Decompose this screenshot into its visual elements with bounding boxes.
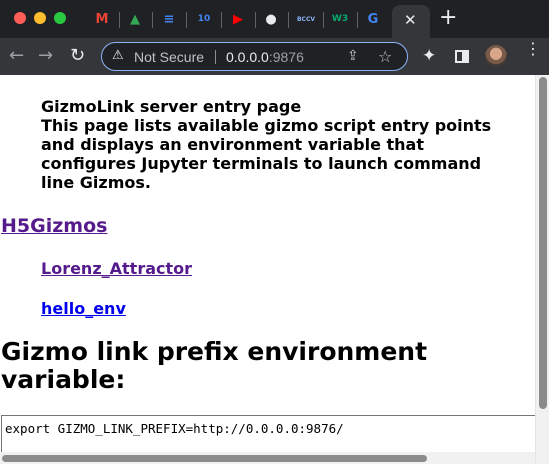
url-host: 0.0.0.0 <box>226 49 269 65</box>
tab-active[interactable]: ✕ <box>392 5 430 38</box>
google-calendar-icon[interactable]: 10 <box>195 10 213 28</box>
google-drive-icon-glyph: ▲ <box>130 11 140 27</box>
tab-separator <box>288 12 289 28</box>
intro-block: GizmoLink server entry page This page li… <box>41 97 511 192</box>
side-panel-icon[interactable] <box>455 50 469 63</box>
minimize-window-button[interactable] <box>34 12 46 24</box>
github-icon[interactable]: ● <box>262 10 280 28</box>
intro-body: This page lists available gizmo script e… <box>41 116 492 192</box>
h5gizmos-link[interactable]: H5Gizmos <box>1 215 107 237</box>
page-viewport: GizmoLink server entry page This page li… <box>0 75 549 464</box>
google-icon[interactable]: G <box>364 10 382 28</box>
gmail-icon-glyph: M <box>95 11 109 27</box>
google-docs-icon[interactable]: ≡ <box>160 10 178 28</box>
share-icon[interactable]: ⇪ <box>347 48 359 64</box>
tab-separator <box>119 12 120 28</box>
intro-title: GizmoLink server entry page <box>41 97 302 116</box>
browser-toolbar: ← → ↻ ⚠ Not Secure 0.0.0.0:9876 ⇪ ☆ ✦ ⋮ <box>0 38 549 75</box>
profile-avatar[interactable] <box>485 45 507 67</box>
bccv-icon[interactable]: BCCV <box>297 10 315 28</box>
bccv-icon-glyph: BCCV <box>296 15 316 23</box>
tab-separator <box>221 12 222 28</box>
github-icon-glyph: ● <box>265 11 277 27</box>
w3schools-icon-glyph: W3 <box>331 14 349 24</box>
bookmark-star-icon[interactable]: ☆ <box>378 47 392 66</box>
forward-button[interactable]: → <box>38 45 53 67</box>
extensions-icon[interactable]: ✦ <box>422 46 436 66</box>
tab-separator <box>323 12 324 28</box>
omnibox-divider <box>215 50 216 64</box>
youtube-icon[interactable]: ▶ <box>229 10 247 28</box>
page-content: GizmoLink server entry page This page li… <box>0 75 535 464</box>
url-text[interactable]: 0.0.0.0:9876 <box>226 49 304 65</box>
close-tab-icon[interactable]: ✕ <box>404 11 417 29</box>
browser-menu-icon[interactable]: ⋮ <box>525 41 541 57</box>
tab-separator <box>186 12 187 28</box>
close-window-button[interactable] <box>14 12 26 24</box>
tab-separator <box>152 12 153 28</box>
youtube-icon-glyph: ▶ <box>233 11 243 27</box>
env-heading: Gizmo link prefix environment variable: <box>1 337 428 394</box>
warning-icon[interactable]: ⚠ <box>112 48 124 63</box>
horizontal-scroll-thumb[interactable] <box>2 455 427 462</box>
gmail-icon[interactable]: M <box>93 10 111 28</box>
w3schools-icon[interactable]: W3 <box>331 10 349 28</box>
google-icon-glyph: G <box>367 11 379 27</box>
google-calendar-icon-glyph: 10 <box>197 14 211 24</box>
vertical-scroll-thumb[interactable] <box>539 77 547 409</box>
address-bar[interactable]: ⚠ Not Secure 0.0.0.0:9876 ⇪ ☆ <box>101 42 408 71</box>
tab-separator <box>255 12 256 28</box>
maximize-window-button[interactable] <box>54 12 66 24</box>
new-tab-button[interactable]: + <box>439 6 457 30</box>
url-port: :9876 <box>268 49 304 65</box>
vertical-scrollbar[interactable] <box>535 75 549 464</box>
tab-strip: M ▲ ≡ 10 ▶ ● BCCV W3 G ✕ + <box>0 0 549 38</box>
back-button[interactable]: ← <box>9 45 24 67</box>
hello-env-link[interactable]: hello_env <box>41 299 126 318</box>
google-drive-icon[interactable]: ▲ <box>126 10 144 28</box>
env-variable-box[interactable]: export GIZMO_LINK_PREFIX=http://0.0.0.0:… <box>1 415 535 455</box>
lorenz-attractor-link[interactable]: Lorenz_Attractor <box>41 259 192 278</box>
env-variable-text[interactable]: export GIZMO_LINK_PREFIX=http://0.0.0.0:… <box>5 421 344 436</box>
horizontal-scrollbar[interactable] <box>0 452 535 464</box>
reload-button[interactable]: ↻ <box>70 45 85 67</box>
google-docs-icon-glyph: ≡ <box>163 11 175 27</box>
security-status-label[interactable]: Not Secure <box>134 49 204 65</box>
tab-separator <box>357 12 358 28</box>
